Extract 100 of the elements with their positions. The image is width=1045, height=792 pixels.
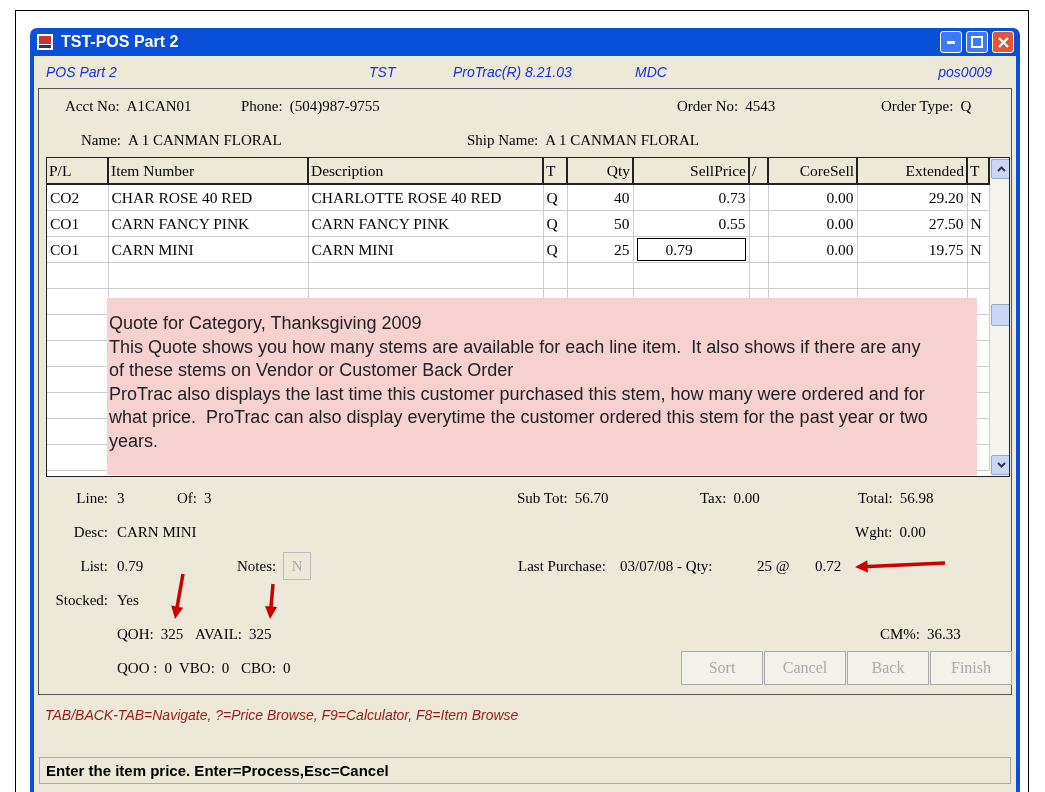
- field-value: 56.98: [899, 489, 934, 507]
- arrow: [265, 583, 278, 619]
- table-cell: CARN MINI: [311, 240, 394, 258]
- column-header[interactable]: SellPrice: [633, 158, 749, 184]
- field-label: Total:: [858, 489, 893, 507]
- note-paragraph: This Quote shows you how many stems are available for each line item. It also shows if there are any of these stems on Vendor or Customer Back Order: [109, 335, 922, 382]
- chevron-down-icon: [996, 462, 1006, 468]
- field-label: Order Type:: [881, 97, 954, 115]
- table-cell: Q: [546, 188, 558, 206]
- info-text: POS Part 2: [46, 64, 118, 80]
- field-label: Phone:: [241, 97, 283, 115]
- column-header[interactable]: T: [967, 158, 989, 184]
- field-label: VBO:: [179, 659, 215, 677]
- field-value: 0.00: [899, 523, 926, 541]
- field-label: List:: [80, 557, 108, 575]
- field-value: 25 @: [757, 557, 790, 575]
- info-text: MDC: [635, 64, 668, 80]
- table-cell: 27.50: [928, 214, 964, 232]
- field-label: Sub Tot:: [517, 489, 568, 507]
- field-value: A1CAN01: [126, 97, 192, 115]
- table-cell: 29.20: [928, 188, 964, 206]
- field-label: QOO :: [117, 659, 158, 677]
- minimize-icon: [947, 40, 955, 44]
- table-cell: 0.00: [826, 188, 854, 206]
- field-value: 3: [117, 489, 125, 507]
- field-label: Tax:: [700, 489, 727, 507]
- window-title: TST-POS Part 2: [61, 33, 180, 51]
- table-cell: N: [970, 214, 982, 232]
- table-cell: CO1: [50, 214, 80, 232]
- table-cell: CARN MINI: [111, 240, 194, 258]
- field-label: Notes:: [237, 557, 277, 575]
- field-label: Name:: [81, 131, 121, 149]
- field-value: 0: [221, 659, 230, 677]
- table-cell: 25: [614, 240, 630, 258]
- table-cell: CO2: [50, 188, 80, 206]
- status-bar: Enter the item price. Enter=Process,Esc=Cancel: [39, 757, 1011, 784]
- table-cell: 0.00: [826, 214, 854, 232]
- field-value: 36.33: [927, 625, 961, 643]
- note-paragraph: ProTrac also displays the last time this customer purchased this stem, how many were ordered and for what price. ProTrac can also display everytime the customer ordered this stem for the past year or two years.: [109, 382, 929, 453]
- column-header[interactable]: Extended: [857, 158, 967, 184]
- field-label: Ship Name:: [467, 131, 539, 149]
- field-label: CBO:: [241, 659, 276, 677]
- minimize-button[interactable]: [940, 31, 962, 53]
- scrollbar[interactable]: [990, 158, 1009, 476]
- field-value: 56.70: [574, 489, 609, 507]
- app-icon: [36, 33, 54, 51]
- field-value: 0.72: [815, 557, 842, 575]
- field-value: 0.00: [733, 489, 760, 507]
- scroll-up-button[interactable]: [991, 159, 1009, 179]
- price-input[interactable]: 0.79: [636, 238, 746, 261]
- column-header[interactable]: Description: [308, 158, 543, 184]
- field-value: A 1 CANMAN FLORAL: [128, 131, 282, 149]
- field-value: 325: [248, 625, 272, 643]
- field-value: 0: [164, 659, 172, 677]
- field-label: Stocked:: [55, 591, 108, 609]
- table-cell: 0.55: [718, 214, 746, 232]
- scroll-down-button[interactable]: [991, 455, 1009, 475]
- table-cell: Q: [546, 214, 558, 232]
- column-header[interactable]: T: [543, 158, 567, 184]
- field-value: Yes: [117, 591, 139, 609]
- field-label: Wght:: [855, 523, 893, 541]
- field-label: Line:: [76, 489, 108, 507]
- column-header[interactable]: Qty: [567, 158, 633, 184]
- chevron-up-icon: [996, 166, 1006, 172]
- info-text: pos0009: [937, 64, 992, 80]
- field-label: Order No:: [677, 97, 739, 115]
- field-value: 3: [204, 489, 212, 507]
- field-value: 0.79: [117, 557, 144, 575]
- table-cell: CHARLOTTE ROSE 40 RED: [311, 188, 502, 206]
- table-cell: 40: [614, 188, 630, 206]
- table-cell: N: [970, 240, 982, 258]
- table-cell: 50: [614, 214, 630, 232]
- field-label: Acct No:: [65, 97, 120, 115]
- field-label: QOH:: [117, 625, 154, 643]
- table-cell: 0.73: [718, 188, 746, 206]
- maximize-button[interactable]: [966, 31, 988, 53]
- hint-text: TAB/BACK-TAB=Navigate, ?=Price Browse, F9=Calculator, F8=Item Browse: [44, 706, 520, 725]
- close-icon: [997, 36, 1009, 48]
- table-cell: CARN FANCY PINK: [311, 214, 450, 232]
- field-value: A 1 CANMAN FLORAL: [545, 131, 699, 149]
- field-value: 0: [283, 659, 291, 677]
- column-header[interactable]: CoreSell: [768, 158, 857, 184]
- scroll-thumb[interactable]: [991, 304, 1009, 326]
- column-header[interactable]: Item Number: [108, 158, 308, 184]
- table-cell: CO1: [50, 240, 80, 258]
- field-label: Desc:: [73, 523, 108, 541]
- table-cell: Q: [546, 240, 558, 258]
- maximize-icon: [971, 36, 983, 48]
- field-value: (504)987-9755: [289, 97, 380, 115]
- table-cell: CARN FANCY PINK: [111, 214, 250, 232]
- close-button[interactable]: [992, 31, 1014, 53]
- arrow: [171, 573, 185, 619]
- table-cell: N: [970, 188, 982, 206]
- field-value: 4543: [745, 97, 776, 115]
- field-label: Last Purchase:: [518, 557, 606, 575]
- column-header[interactable]: P/L: [47, 158, 108, 184]
- field-value: CARN MINI: [117, 523, 197, 541]
- field-label: AVAIL:: [195, 625, 242, 643]
- table-cell: 0.00: [826, 240, 854, 258]
- info-text: TST: [369, 64, 398, 80]
